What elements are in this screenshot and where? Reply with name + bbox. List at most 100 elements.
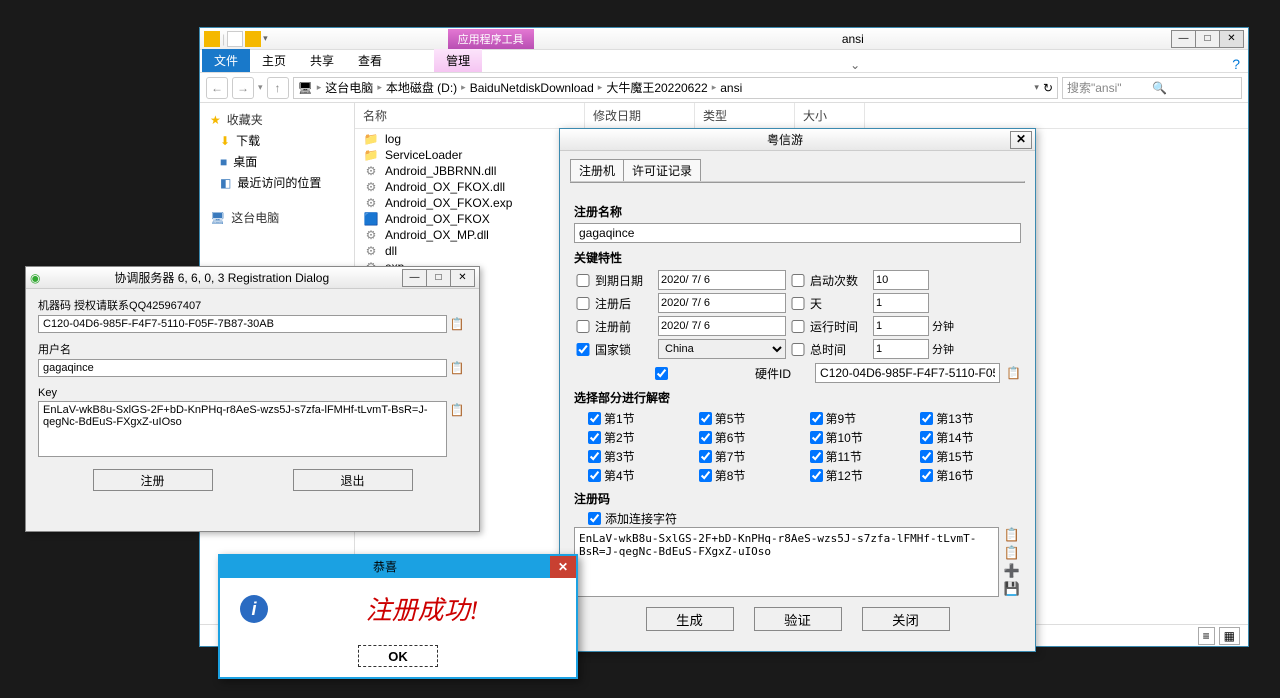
breadcrumb-item[interactable]: 大牛魔王20220622 bbox=[606, 79, 707, 96]
before-date[interactable] bbox=[658, 316, 786, 336]
section-checkbox[interactable]: 第9节 bbox=[810, 410, 911, 427]
section-checkbox[interactable]: 第7节 bbox=[699, 448, 800, 465]
view-icons-icon[interactable]: ▦ bbox=[1219, 627, 1240, 645]
minimize-button[interactable]: — bbox=[402, 269, 427, 287]
ok-button[interactable]: OK bbox=[358, 645, 438, 667]
expire-checkbox[interactable] bbox=[574, 274, 592, 287]
section-checkbox[interactable]: 第3节 bbox=[588, 448, 689, 465]
licdlg-titlebar[interactable]: 粤信游 ✕ bbox=[560, 129, 1035, 151]
regcode-box[interactable]: EnLaV-wkB8u-SxlGS-2F+bD-KnPHq-r8AeS-wzs5… bbox=[574, 527, 999, 597]
country-checkbox[interactable] bbox=[574, 343, 592, 356]
hwid-paste-icon[interactable]: 📋 bbox=[1006, 366, 1021, 380]
section-checkbox[interactable]: 第6节 bbox=[699, 429, 800, 446]
col-size[interactable]: 大小 bbox=[795, 103, 865, 128]
country-select[interactable]: China bbox=[658, 339, 786, 359]
days-checkbox[interactable] bbox=[789, 297, 807, 310]
sidebar-desktop[interactable]: ■桌面 bbox=[202, 151, 352, 172]
register-button[interactable]: 注册 bbox=[93, 469, 213, 491]
explorer-titlebar[interactable]: | ▾ 应用程序工具 ansi — □ ✕ bbox=[200, 28, 1248, 50]
user-input[interactable] bbox=[38, 359, 447, 377]
after-checkbox[interactable] bbox=[574, 297, 592, 310]
breadcrumb-item[interactable]: 这台电脑 bbox=[325, 79, 373, 96]
sidebar-recent[interactable]: ◧最近访问的位置 bbox=[202, 172, 352, 193]
address-dropdown-icon[interactable]: ▾ bbox=[1034, 82, 1039, 93]
breadcrumb-item[interactable]: 本地磁盘 (D:) bbox=[386, 79, 457, 96]
name-input[interactable] bbox=[574, 223, 1021, 243]
sidebar-this-pc[interactable]: 🖥这台电脑 bbox=[202, 207, 352, 228]
copy-icon[interactable]: 📋 bbox=[447, 315, 467, 333]
section-checkbox[interactable]: 第16节 bbox=[920, 467, 1021, 484]
section-checkbox[interactable]: 第12节 bbox=[810, 467, 911, 484]
back-button[interactable]: ← bbox=[206, 77, 228, 99]
section-checkbox[interactable]: 第8节 bbox=[699, 467, 800, 484]
breadcrumb-item[interactable]: ansi bbox=[720, 81, 742, 95]
verify-button[interactable]: 验证 bbox=[754, 607, 842, 631]
tab-license-log[interactable]: 许可证记录 bbox=[623, 159, 701, 181]
maximize-button[interactable]: □ bbox=[426, 269, 451, 287]
okdlg-titlebar[interactable]: 恭喜 ✕ bbox=[220, 556, 576, 578]
hwid-checkbox[interactable] bbox=[574, 367, 749, 380]
section-checkbox[interactable]: 第10节 bbox=[810, 429, 911, 446]
section-checkbox[interactable]: 第11节 bbox=[810, 448, 911, 465]
minimize-button[interactable]: — bbox=[1171, 30, 1196, 48]
open-icon[interactable] bbox=[245, 31, 261, 47]
after-date[interactable] bbox=[658, 293, 786, 313]
maximize-button[interactable]: □ bbox=[1195, 30, 1220, 48]
forward-button[interactable]: → bbox=[232, 77, 254, 99]
startcount-checkbox[interactable] bbox=[789, 274, 807, 287]
startcount-input[interactable] bbox=[873, 270, 929, 290]
tab-register[interactable]: 注册机 bbox=[570, 159, 624, 181]
close-button[interactable]: ✕ bbox=[450, 269, 475, 287]
paste-icon[interactable]: 📋 bbox=[447, 401, 467, 457]
col-name[interactable]: 名称 bbox=[355, 103, 585, 128]
view-details-icon[interactable]: ≡ bbox=[1198, 627, 1215, 645]
close-button[interactable]: 关闭 bbox=[862, 607, 950, 631]
paste-icon[interactable]: 📋 bbox=[447, 359, 467, 377]
ribbon-expand-icon[interactable]: ⌄ bbox=[850, 58, 860, 72]
tab-share[interactable]: 共享 bbox=[298, 49, 346, 72]
regdlg-titlebar[interactable]: ◉ 协调服务器 6, 6, 0, 3 Registration Dialog —… bbox=[26, 267, 479, 289]
hwid-input[interactable] bbox=[815, 363, 1000, 383]
paste-icon[interactable]: 📋 bbox=[1003, 545, 1021, 561]
section-checkbox[interactable]: 第15节 bbox=[920, 448, 1021, 465]
before-checkbox[interactable] bbox=[574, 320, 592, 333]
close-button[interactable]: ✕ bbox=[1219, 30, 1244, 48]
totaltime-input[interactable] bbox=[873, 339, 929, 359]
runtime-checkbox[interactable] bbox=[789, 320, 807, 333]
tab-view[interactable]: 查看 bbox=[346, 49, 394, 72]
col-type[interactable]: 类型 bbox=[695, 103, 795, 128]
up-button[interactable]: ↑ bbox=[267, 77, 289, 99]
append-checkbox[interactable] bbox=[588, 512, 601, 525]
history-dropdown-icon[interactable]: ▾ bbox=[258, 82, 263, 93]
qat-dropdown-icon[interactable]: ▾ bbox=[263, 33, 268, 44]
days-input[interactable] bbox=[873, 293, 929, 313]
tab-file[interactable]: 文件 bbox=[202, 49, 250, 72]
new-document-icon[interactable] bbox=[227, 31, 243, 47]
close-button[interactable]: ✕ bbox=[1010, 131, 1032, 149]
tab-manage[interactable]: 管理 bbox=[434, 49, 482, 72]
machine-code-input[interactable] bbox=[38, 315, 447, 333]
col-date[interactable]: 修改日期 bbox=[585, 103, 695, 128]
save-icon[interactable]: 💾 bbox=[1003, 581, 1021, 597]
breadcrumb-item[interactable]: BaiduNetdiskDownload bbox=[470, 81, 594, 95]
sidebar-favorites[interactable]: ★收藏夹 bbox=[202, 109, 352, 130]
tab-home[interactable]: 主页 bbox=[250, 49, 298, 72]
sidebar-downloads[interactable]: ⬇下载 bbox=[202, 130, 352, 151]
totaltime-checkbox[interactable] bbox=[789, 343, 807, 356]
generate-button[interactable]: 生成 bbox=[646, 607, 734, 631]
section-checkbox[interactable]: 第13节 bbox=[920, 410, 1021, 427]
search-icon[interactable]: 🔍 bbox=[1152, 81, 1237, 95]
add-icon[interactable]: ➕ bbox=[1003, 563, 1021, 579]
context-tab[interactable]: 应用程序工具 bbox=[448, 29, 534, 49]
exit-button[interactable]: 退出 bbox=[293, 469, 413, 491]
section-checkbox[interactable]: 第5节 bbox=[699, 410, 800, 427]
key-input[interactable]: EnLaV-wkB8u-SxlGS-2F+bD-KnPHq-r8AeS-wzs5… bbox=[38, 401, 447, 457]
runtime-input[interactable] bbox=[873, 316, 929, 336]
section-checkbox[interactable]: 第14节 bbox=[920, 429, 1021, 446]
expire-date[interactable] bbox=[658, 270, 786, 290]
copy-icon[interactable]: 📋 bbox=[1003, 527, 1021, 543]
search-box[interactable]: 搜索"ansi" 🔍 bbox=[1062, 77, 1242, 99]
section-checkbox[interactable]: 第1节 bbox=[588, 410, 689, 427]
address-bar[interactable]: 🖥▸ 这台电脑▸ 本地磁盘 (D:)▸ BaiduNetdiskDownload… bbox=[293, 77, 1058, 99]
close-button[interactable]: ✕ bbox=[550, 556, 576, 578]
